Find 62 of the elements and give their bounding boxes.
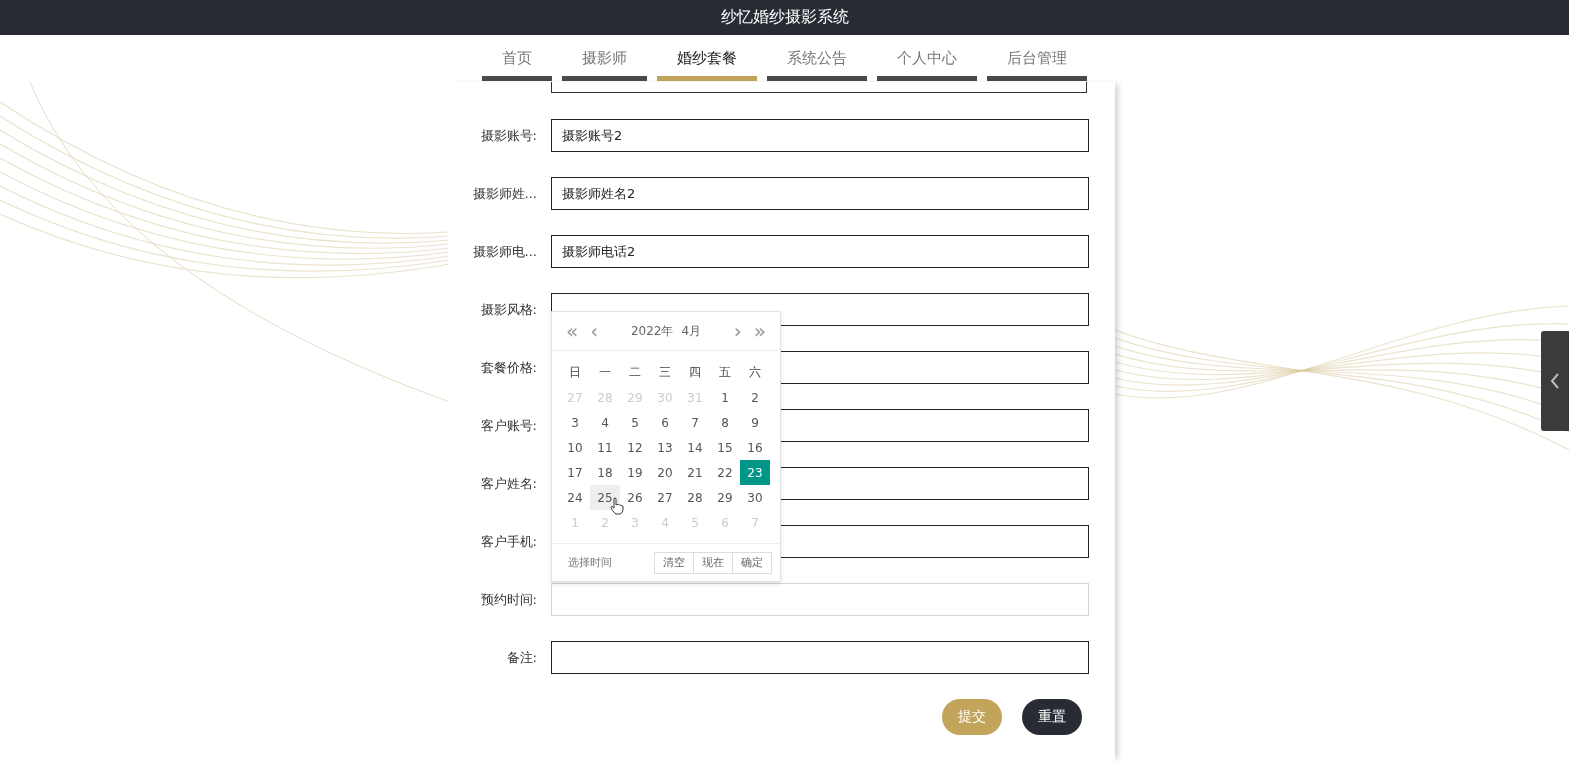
calendar-day[interactable]: 20: [650, 460, 680, 485]
field-label: 客户姓名:: [479, 474, 538, 493]
chevron-left-icon: [1550, 373, 1560, 389]
calendar-day[interactable]: 26: [620, 485, 650, 510]
field-label: 摄影师姓...: [471, 184, 538, 203]
calendar-day[interactable]: 27: [650, 485, 680, 510]
field-label: 摄影账号:: [479, 126, 538, 145]
weekday-label: 一: [598, 364, 612, 381]
weekday-label: 六: [748, 364, 762, 381]
field-label: 备注:: [505, 648, 538, 667]
picker-button[interactable]: 确定: [732, 551, 772, 574]
calendar-day[interactable]: 11: [590, 435, 620, 460]
calendar-day[interactable]: 30: [740, 485, 770, 510]
calendar-day[interactable]: 24: [560, 485, 590, 510]
field-label: 摄影师电...: [471, 242, 538, 261]
weekday-label: 五: [718, 364, 732, 381]
calendar-day[interactable]: 14: [680, 435, 710, 460]
calendar-day[interactable]: 10: [560, 435, 590, 460]
weekday-label: 日: [568, 364, 582, 381]
calendar-day[interactable]: 29: [710, 485, 740, 510]
calendar-day[interactable]: 28: [680, 485, 710, 510]
calendar-day[interactable]: 16: [740, 435, 770, 460]
input-field[interactable]: [551, 641, 1089, 674]
field-label: 预约时间:: [479, 590, 538, 609]
input-field[interactable]: 摄影账号2: [551, 119, 1089, 152]
weekday-label: 四: [688, 364, 702, 381]
calendar-day[interactable]: 17: [560, 460, 590, 485]
calendar-day[interactable]: 5: [620, 410, 650, 435]
weekday-label: 二: [628, 364, 642, 381]
field-label: 客户手机:: [479, 532, 538, 551]
input-field[interactable]: [551, 82, 1087, 93]
field-label: 摄影风格:: [479, 300, 538, 319]
weekday-label: 三: [658, 364, 672, 381]
select-time-link[interactable]: 选择时间: [568, 555, 655, 570]
month-label[interactable]: 4月: [681, 322, 702, 340]
calendar-day[interactable]: 19: [620, 460, 650, 485]
calendar-day[interactable]: 4: [590, 410, 620, 435]
input-field[interactable]: 摄影师电话2: [551, 235, 1089, 268]
calendar-day[interactable]: 7: [680, 410, 710, 435]
calendar-day[interactable]: 1: [710, 385, 740, 410]
calendar-day[interactable]: 2: [740, 385, 770, 410]
site-title: 纱忆婚纱摄影系统: [720, 7, 849, 28]
calendar-day[interactable]: 15: [710, 435, 740, 460]
picker-button[interactable]: 清空: [654, 551, 694, 574]
field-label: 套餐价格:: [479, 358, 538, 377]
calendar-day[interactable]: 6: [650, 410, 680, 435]
year-label[interactable]: 2022年: [630, 322, 674, 340]
calendar-day[interactable]: 8: [710, 410, 740, 435]
calendar-day[interactable]: 13: [650, 435, 680, 460]
calendar-day[interactable]: 9: [740, 410, 770, 435]
calendar-day[interactable]: 22: [710, 460, 740, 485]
input-field[interactable]: 摄影师姓名2: [551, 177, 1089, 210]
calendar-day[interactable]: 3: [560, 410, 590, 435]
side-toggle-button[interactable]: [1541, 331, 1569, 431]
hand-cursor-icon: [610, 497, 624, 515]
calendar-day[interactable]: 12: [620, 435, 650, 460]
picker-button[interactable]: 现在: [693, 551, 733, 574]
calendar-day[interactable]: 23: [740, 460, 770, 485]
calendar-day[interactable]: 18: [590, 460, 620, 485]
calendar-day[interactable]: 21: [680, 460, 710, 485]
field-label: 客户账号:: [479, 416, 538, 435]
reset-button[interactable]: 重置: [1022, 699, 1082, 735]
